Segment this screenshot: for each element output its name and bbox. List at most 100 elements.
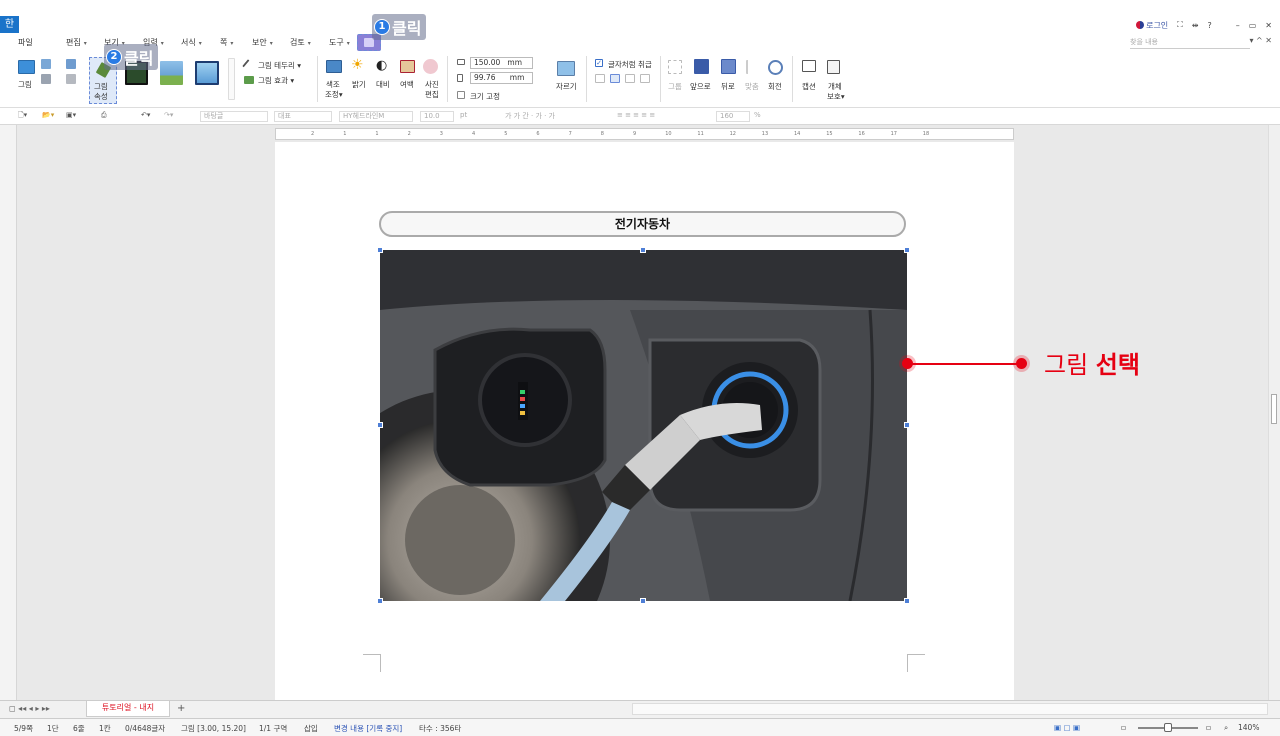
picture-effect-button[interactable]: 그림 효과 ▾ — [258, 75, 294, 86]
minimize-button[interactable]: – — [1236, 21, 1240, 30]
treat-as-char-label: 글자처럼 취급 — [608, 60, 652, 69]
undo-icon[interactable]: ↶▾ — [141, 111, 150, 122]
close-button[interactable]: ✕ — [1265, 21, 1272, 30]
resize-handle-s[interactable] — [640, 598, 646, 604]
contrast-button[interactable]: 대비 — [376, 79, 390, 90]
annotation-dot-right — [1016, 358, 1027, 369]
menu-format[interactable]: 서식 ▾ — [181, 37, 202, 48]
menu-file[interactable]: 파일 — [18, 37, 33, 48]
wrap-icon-3[interactable] — [625, 74, 635, 83]
open-icon[interactable]: 📂▾ — [42, 111, 54, 122]
copy-format-icon[interactable] — [41, 74, 51, 84]
document-caption[interactable]: 전기자동차 — [379, 211, 906, 237]
treat-as-char-checkbox[interactable]: ✓ — [595, 59, 603, 67]
resize-handle-nw[interactable] — [377, 247, 383, 253]
bold-italic-buttons[interactable]: 가 가 간 · 가 · 가 — [505, 111, 555, 122]
save-icon[interactable]: ▣▾ — [66, 111, 76, 122]
help-button[interactable]: ? — [1207, 21, 1211, 30]
ruler-tick: 12 — [729, 131, 736, 137]
status-col: 1칸 — [99, 724, 111, 733]
wrap-icon-1[interactable] — [595, 74, 605, 83]
login-button[interactable]: 로그인 — [1136, 20, 1168, 31]
color-adjust-label-2[interactable]: 조정▾ — [325, 89, 343, 100]
align-button[interactable]: 맞춤 — [745, 81, 759, 92]
view-mode-icons[interactable]: ▣ ▢ ▣ — [1054, 723, 1080, 732]
send-back-button[interactable]: 뒤로 — [721, 81, 735, 92]
resize-handle-se[interactable] — [904, 598, 910, 604]
menu-security[interactable]: 보안 ▾ — [252, 37, 273, 48]
margin-button[interactable]: 여백 — [400, 79, 414, 90]
wrap-icon-2[interactable] — [610, 74, 620, 83]
print-icon[interactable]: ⎙ — [101, 111, 107, 122]
group-icon — [668, 60, 682, 74]
fullscreen-icon[interactable]: ⛶ — [1177, 20, 1183, 30]
menu-tools[interactable]: 도구 ▾ — [329, 37, 350, 48]
replace-picture-icon[interactable] — [66, 59, 76, 69]
split-icon[interactable]: ⇹ — [1192, 21, 1199, 30]
protect-label-2[interactable]: 보호▾ — [827, 91, 845, 102]
style-select[interactable]: 바탕글 — [200, 111, 268, 122]
zoom-level[interactable]: 140% — [1238, 723, 1259, 732]
resize-handle-e[interactable] — [904, 422, 910, 428]
zoom-out-icon[interactable]: ▫ — [1121, 723, 1126, 732]
zoom-slider-thumb[interactable] — [1164, 723, 1172, 732]
window-controls: 로그인 ⛶ ⇹ ? – ▭ ✕ — [1136, 18, 1272, 32]
picture-border-button[interactable]: 그림 테두리 ▾ — [258, 60, 301, 71]
brightness-button[interactable]: 밝기 — [352, 79, 366, 90]
font-size-field[interactable]: 10.0 — [420, 111, 454, 122]
menu-page[interactable]: 쪽 ▾ — [220, 37, 233, 48]
ev-charging-picture[interactable] — [380, 250, 907, 601]
caption-button[interactable]: 캡션 — [802, 81, 816, 92]
resize-handle-w[interactable] — [377, 422, 383, 428]
document-tab[interactable]: 튜토리얼 - 내지 — [86, 701, 170, 717]
menu-edit[interactable]: 편집 ▾ — [66, 37, 87, 48]
zoom-icon[interactable]: ⌕ — [1224, 723, 1228, 733]
group-button[interactable]: 그룹 — [668, 81, 682, 92]
photo-edit-label-2[interactable]: 편집 — [425, 89, 439, 100]
new-doc-icon[interactable]: 🗋▾ — [18, 111, 27, 122]
lock-size-checkbox[interactable] — [457, 91, 465, 99]
status-mode[interactable]: 삽입 — [304, 723, 318, 734]
wrap-icon-4[interactable] — [640, 74, 650, 83]
redo-icon[interactable]: ↷▾ — [164, 111, 173, 122]
ruler-tick: 13 — [761, 131, 769, 137]
rotate-button[interactable]: 회전 — [768, 81, 782, 92]
title-bar: 한 로그인 ⛶ ⇹ ? – ▭ ✕ — [0, 0, 1280, 33]
picture-small-icon[interactable] — [41, 59, 51, 69]
width-field[interactable]: 150.00 mm — [470, 57, 533, 69]
picture-size-icon[interactable] — [66, 74, 76, 84]
resize-handle-sw[interactable] — [377, 598, 383, 604]
vertical-scroll-thumb[interactable] — [1271, 394, 1277, 424]
font-select[interactable]: HY헤드라인M — [339, 111, 413, 122]
ribbon-collapse-controls[interactable]: ▾ ^ ✕ — [1249, 36, 1272, 45]
format-toolbar: 🗋▾ 📂▾ ▣▾ ⎙ ↶▾ ↷▾ 바탕글 대표 HY헤드라인M 10.0 pt … — [0, 108, 1280, 125]
resize-handle-n[interactable] — [640, 247, 646, 253]
lock-size-label: 크기 고정 — [470, 92, 500, 101]
align-buttons[interactable]: ≡ ≡ ≡ ≡ ≡ — [617, 111, 655, 122]
tab-nav-icons[interactable]: ◻ ◂◂ ◂ ▸ ▸▸ — [9, 704, 50, 713]
search-input[interactable]: 찾을 내용 — [1130, 37, 1250, 49]
send-back-icon — [721, 59, 736, 74]
language-select[interactable]: 대표 — [274, 111, 332, 122]
status-track-changes[interactable]: 변경 내용 [기록 중지] — [334, 723, 402, 734]
resize-handle-ne[interactable] — [904, 247, 910, 253]
style-thumb-3[interactable] — [195, 61, 219, 85]
step-2-callout: 2 클릭 — [104, 44, 159, 70]
line-spacing-field[interactable]: 160 — [716, 111, 750, 122]
gallery-scroll[interactable] — [228, 58, 235, 100]
insert-picture-label[interactable]: 그림 — [18, 79, 32, 90]
height-field[interactable]: 99.76 mm — [470, 72, 533, 84]
ruler-tick: 2 — [311, 131, 315, 137]
restore-button[interactable]: ▭ — [1249, 21, 1257, 30]
add-tab-button[interactable]: + — [177, 703, 185, 714]
insert-picture-icon[interactable] — [18, 60, 35, 74]
horizontal-scrollbar[interactable] — [632, 703, 1268, 715]
menu-review[interactable]: 검토 ▾ — [290, 37, 311, 48]
bring-front-button[interactable]: 앞으로 — [690, 81, 711, 92]
style-thumb-2[interactable] — [160, 61, 183, 85]
zoom-in-icon[interactable]: ▫ — [1206, 723, 1211, 732]
ruler-tick: 14 — [794, 131, 801, 137]
align-icon — [746, 60, 758, 74]
crop-button[interactable]: 자르기 — [556, 81, 577, 92]
status-page[interactable]: 5/9쪽 — [14, 723, 33, 734]
